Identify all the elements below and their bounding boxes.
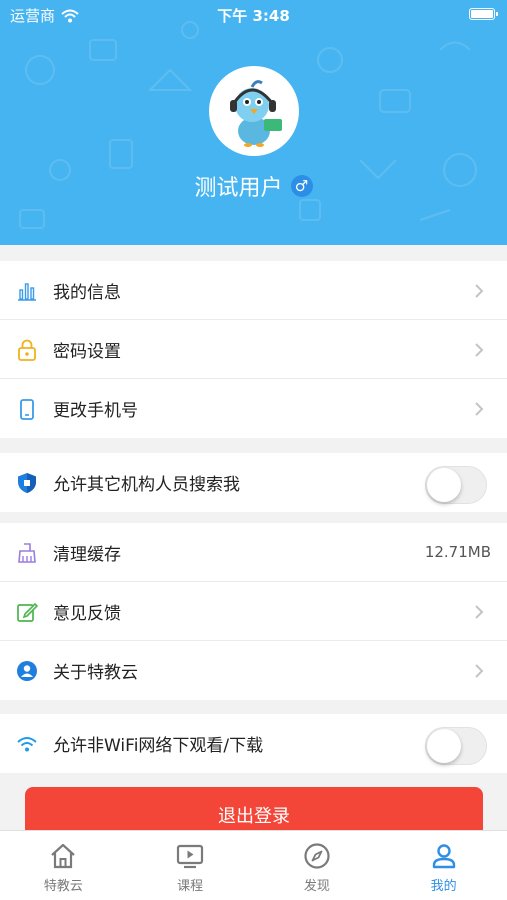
gender-male-icon: ♂ [290, 175, 313, 197]
about-row[interactable]: 关于特教云 [0, 641, 507, 700]
phone-icon [20, 399, 34, 420]
battery-icon [469, 8, 498, 20]
chevron-right-icon [475, 402, 484, 416]
tab-bar: 特教云 课程 发现 我的 [0, 830, 507, 900]
non-wifi-toggle[interactable] [425, 727, 487, 765]
feedback-label: 意见反馈 [53, 603, 121, 624]
tab-discover-label: 发现 [303, 879, 330, 894]
chevron-right-icon [475, 284, 484, 298]
change-phone-label: 更改手机号 [53, 401, 138, 421]
tab-mine[interactable]: 我的 [380, 831, 507, 900]
edit-icon [17, 602, 38, 622]
person-icon [432, 844, 455, 869]
password-settings-label: 密码设置 [53, 341, 121, 362]
chevron-right-icon [475, 664, 484, 678]
home-icon [51, 843, 76, 869]
tab-discover[interactable]: 发现 [254, 831, 381, 900]
shield-icon [18, 473, 36, 493]
profile-header: 运营商 下午 3:48 测试用户 ♂ [0, 0, 507, 245]
account-settings-group: 我的信息 密码设置 更改手机号 [0, 261, 507, 438]
tab-home[interactable]: 特教云 [0, 831, 127, 900]
privacy-group: 允许其它机构人员搜索我 [0, 453, 507, 512]
my-info-row[interactable]: 我的信息 [0, 261, 507, 320]
network-group: 允许非WiFi网络下观看/下载 [0, 714, 507, 773]
feedback-row[interactable]: 意见反馈 [0, 582, 507, 641]
cache-size-value: 12.71MB [424, 543, 491, 561]
avatar[interactable] [209, 66, 299, 156]
non-wifi-row: 允许非WiFi网络下观看/下载 [0, 714, 507, 773]
compass-icon [304, 843, 330, 869]
bar-chart-icon [18, 283, 36, 301]
allow-search-toggle[interactable] [425, 466, 487, 504]
status-time: 下午 3:48 [217, 7, 290, 25]
misc-group: 清理缓存 12.71MB 意见反馈 关于特教云 [0, 523, 507, 700]
clear-cache-row[interactable]: 清理缓存 12.71MB [0, 523, 507, 582]
lock-icon [18, 339, 36, 361]
wifi-icon [17, 737, 37, 752]
tv-play-icon [177, 844, 204, 869]
tab-courses[interactable]: 课程 [127, 831, 254, 900]
allow-search-row: 允许其它机构人员搜索我 [0, 453, 507, 512]
allow-search-label: 允许其它机构人员搜索我 [53, 475, 240, 495]
non-wifi-label: 允许非WiFi网络下观看/下载 [53, 736, 264, 756]
clear-cache-label: 清理缓存 [53, 544, 121, 565]
username-row: 测试用户 ♂ [0, 170, 507, 202]
username: 测试用户 [194, 176, 283, 201]
status-bar: 运营商 下午 3:48 [0, 0, 507, 28]
chevron-right-icon [475, 605, 484, 619]
chevron-right-icon [475, 343, 484, 357]
change-phone-row[interactable]: 更改手机号 [0, 379, 507, 438]
tab-courses-label: 课程 [177, 879, 204, 894]
my-info-label: 我的信息 [53, 282, 121, 303]
tab-home-label: 特教云 [43, 879, 83, 894]
bird-mascot-icon [212, 69, 296, 153]
about-label: 关于特教云 [53, 663, 138, 683]
user-circle-icon [17, 661, 37, 681]
tab-mine-label: 我的 [430, 879, 457, 894]
broom-icon [18, 543, 36, 563]
password-settings-row[interactable]: 密码设置 [0, 320, 507, 379]
